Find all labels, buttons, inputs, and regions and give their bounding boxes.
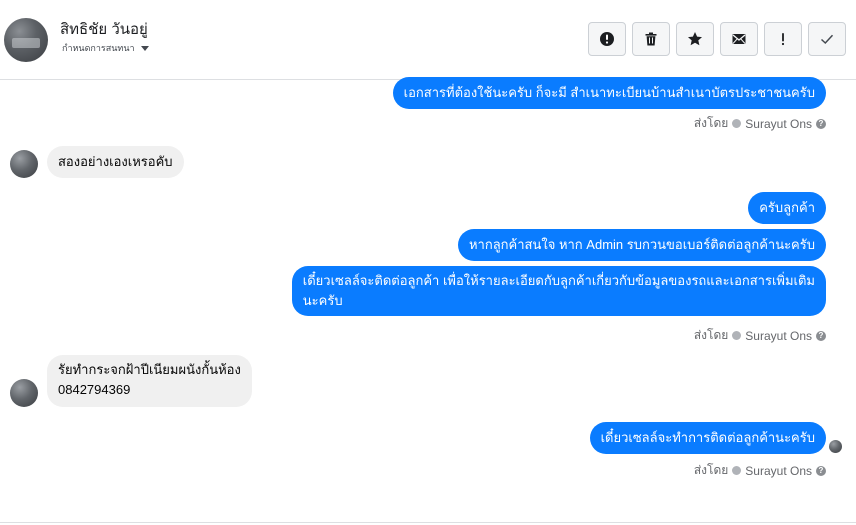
sender-avatar[interactable] — [10, 150, 38, 178]
sent-by-prefix: ส่งโดย — [693, 328, 729, 342]
action-toolbar — [588, 22, 846, 56]
outgoing-message[interactable]: หากลูกค้าสนใจ หาก Admin รบกวนขอเบอร์ติดต… — [457, 229, 826, 261]
incoming-message[interactable]: รัยทำกระจกฝ้าปีเนียมผนังกั้นห้อง 0842794… — [47, 355, 252, 407]
star-button[interactable] — [676, 22, 714, 56]
exclamation-circle-icon — [600, 32, 614, 46]
check-icon — [820, 34, 834, 45]
exclamation-icon — [781, 33, 785, 46]
sender-name[interactable]: Surayut Ons — [745, 329, 812, 343]
sender-name[interactable]: Surayut Ons — [745, 464, 812, 478]
message-text: ครับลูกค้า — [759, 200, 815, 215]
help-icon[interactable]: ? — [816, 330, 826, 341]
trash-icon — [645, 32, 657, 46]
status-dropdown[interactable]: กำหนดการสนทนา — [62, 41, 149, 55]
message-text: สองอย่างเองเหรอคับ — [58, 154, 173, 169]
caret-down-icon — [140, 45, 149, 51]
help-icon[interactable]: ? — [816, 465, 826, 476]
verified-icon — [732, 466, 742, 475]
verified-icon — [732, 331, 742, 340]
message-text: เดี๋ยวเซลล์จะทำการติดต่อลูกค้านะครับ — [600, 430, 815, 445]
outgoing-message[interactable]: เดี๋ยวเซลล์จะติดต่อลูกค้า เพื่อให้รายละเ… — [291, 266, 826, 316]
outgoing-message[interactable]: ครับลูกค้า — [748, 192, 826, 224]
report-button[interactable] — [588, 22, 626, 56]
incoming-message[interactable]: สองอย่างเองเหรอคับ — [47, 146, 184, 178]
message-text: หากลูกค้าสนใจ หาก Admin รบกวนขอเบอร์ติดต… — [468, 237, 815, 252]
conversation-header: สิทธิชัย วันอยู่ กำหนดการสนทนา — [0, 0, 856, 80]
outgoing-message[interactable]: เดี๋ยวเซลล์จะทำการติดต่อลูกค้านะครับ — [589, 422, 826, 454]
help-icon[interactable]: ? — [816, 118, 826, 129]
message-text-line: เดี๋ยวเซลล์จะติดต่อลูกค้า เพื่อให้รายละเ… — [302, 273, 815, 288]
sent-by-info: ส่งโดย Surayut Ons ? — [694, 114, 826, 133]
done-button[interactable] — [808, 22, 846, 56]
sender-name[interactable]: Surayut Ons — [745, 117, 812, 131]
message-text-line: รัยทำกระจกฝ้าปีเนียมผนังกั้นห้อง — [58, 362, 241, 377]
outgoing-message[interactable]: เอกสารที่ต้องใช้นะครับ ก็จะมี สำเนาทะเบี… — [392, 77, 826, 109]
sender-avatar[interactable] — [10, 379, 38, 407]
message-text-line: นะครับ — [302, 293, 343, 308]
status-label: กำหนดการสนทนา — [62, 43, 135, 53]
message-text: เอกสารที่ต้องใช้นะครับ ก็จะมี สำเนาทะเบี… — [403, 85, 815, 100]
envelope-icon — [732, 34, 746, 44]
sent-by-prefix: ส่งโดย — [693, 116, 729, 130]
contact-avatar[interactable] — [4, 18, 48, 62]
delete-button[interactable] — [632, 22, 670, 56]
contact-name[interactable]: สิทธิชัย วันอยู่ — [60, 17, 148, 41]
seen-avatar — [829, 440, 842, 453]
sent-by-info: ส่งโดย Surayut Ons ? — [694, 326, 826, 345]
sent-by-prefix: ส่งโดย — [693, 463, 729, 477]
star-icon — [688, 32, 702, 46]
sent-by-info: ส่งโดย Surayut Ons ? — [694, 461, 826, 480]
composer-divider — [0, 522, 856, 523]
message-text-line: 0842794369 — [58, 382, 131, 397]
spam-button[interactable] — [764, 22, 802, 56]
verified-icon — [732, 119, 742, 128]
mark-unread-button[interactable] — [720, 22, 758, 56]
